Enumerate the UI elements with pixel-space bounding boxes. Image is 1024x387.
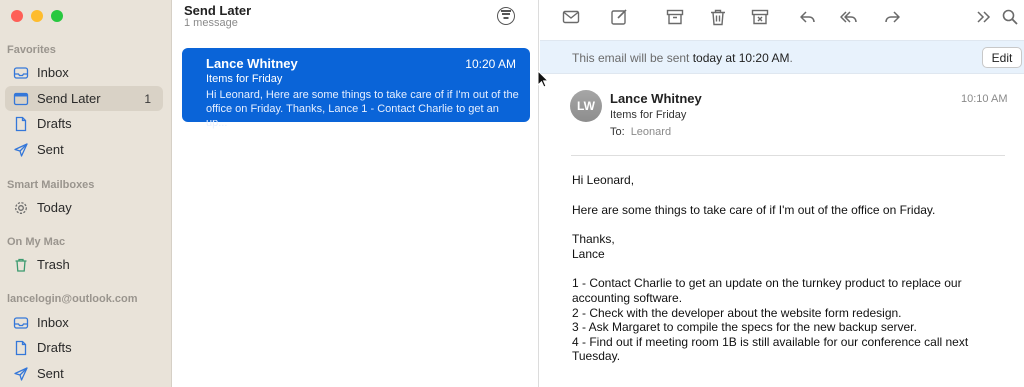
sidebar-item-label: Sent — [37, 366, 64, 381]
filter-icon[interactable] — [497, 7, 515, 25]
reply-all-icon[interactable] — [838, 6, 860, 28]
to-label: To: — [610, 126, 625, 138]
recipient-row: To: Leonard — [610, 126, 671, 138]
sidebar-item-label: Sent — [37, 142, 64, 157]
banner-suffix: . — [789, 51, 793, 65]
banner-prefix: This email will be sent — [572, 51, 693, 65]
header-divider — [571, 155, 1005, 156]
search-icon[interactable] — [999, 6, 1021, 28]
body-item-4: 4 - Find out if meeting room 1B is still… — [572, 334, 969, 364]
mail-time: 10:10 AM — [961, 93, 1008, 105]
compose-icon[interactable] — [608, 6, 630, 28]
minimize-window-button[interactable] — [31, 10, 43, 22]
body-item-3: 3 - Ask Margaret to compile the specs fo… — [572, 320, 917, 335]
sidebar-item-label: Send Later — [37, 91, 101, 106]
new-message-icon[interactable] — [560, 6, 582, 28]
mailbox-title: Send Later — [184, 3, 252, 18]
inbox-icon — [13, 65, 29, 81]
sidebar-item-send-later[interactable]: Send Later 1 — [5, 86, 163, 111]
reply-icon[interactable] — [797, 6, 819, 28]
message-list-pane: Send Later 1 message Lance Whitney 10:20… — [173, 0, 549, 387]
message-viewer: This email will be sent today at 10:20 A… — [540, 0, 1024, 387]
body-item-2: 2 - Check with the developer about the w… — [572, 305, 902, 320]
sidebar-item-drafts[interactable]: Drafts — [5, 111, 163, 136]
sent-icon — [13, 366, 29, 382]
section-on-my-mac: On My Mac — [7, 236, 66, 248]
toolbar — [540, 0, 1024, 36]
sent-icon — [13, 142, 29, 158]
archive-icon[interactable] — [664, 6, 686, 28]
sidebar-item-label: Drafts — [37, 340, 72, 355]
trash-icon — [13, 257, 29, 273]
close-window-button[interactable] — [11, 10, 23, 22]
mail-body: Hi Leonard, Here are some things to take… — [572, 173, 1012, 364]
sidebar-item-inbox[interactable]: Inbox — [5, 60, 163, 85]
mail-sender[interactable]: Lance Whitney — [610, 91, 702, 106]
sidebar-item-sent[interactable]: Sent — [5, 137, 163, 162]
section-account: lancelogin@outlook.com — [7, 293, 138, 305]
sidebar-item-label: Inbox — [37, 65, 69, 80]
gear-icon — [13, 200, 29, 216]
body-item-1: 1 - Contact Charlie to get an update on … — [572, 276, 962, 305]
forward-icon[interactable] — [881, 6, 903, 28]
drafts-icon — [13, 340, 29, 356]
zoom-window-button[interactable] — [51, 10, 63, 22]
sidebar: Favorites Inbox Send Later 1 Drafts Sent… — [0, 0, 172, 387]
section-favorites: Favorites — [7, 44, 56, 56]
more-icon[interactable] — [972, 6, 994, 28]
body-intro: Here are some things to take care of if … — [572, 202, 936, 217]
inbox-icon — [13, 315, 29, 331]
sidebar-item-label: Drafts — [37, 116, 72, 131]
junk-icon[interactable] — [749, 6, 771, 28]
banner-send-time: today at 10:20 AM — [692, 51, 790, 65]
banner-text: This email will be sent today at 10:20 A… — [572, 51, 793, 65]
trash-icon[interactable] — [707, 6, 729, 28]
message-time: 10:20 AM — [465, 57, 516, 71]
sidebar-item-today[interactable]: Today — [5, 195, 163, 220]
send-later-banner: This email will be sent today at 10:20 A… — [540, 40, 1024, 74]
mail-subject: Items for Friday — [610, 109, 687, 121]
sidebar-item-label: Inbox — [37, 315, 69, 330]
recipient-name[interactable]: Leonard — [631, 126, 671, 138]
sidebar-item-trash[interactable]: Trash — [5, 252, 163, 277]
body-signature: Lance — [572, 246, 605, 261]
sidebar-item-account-inbox[interactable]: Inbox — [5, 310, 163, 335]
list-item[interactable]: Lance Whitney 10:20 AM Items for Friday … — [182, 48, 530, 129]
window-controls — [11, 10, 63, 22]
unread-count-badge: 1 — [144, 91, 151, 106]
avatar: LW — [570, 90, 602, 122]
message-preview: Hi Leonard, Here are some things to take… — [206, 89, 519, 129]
body-signoff: Thanks, — [572, 232, 615, 247]
message-sender: Lance Whitney — [206, 56, 298, 71]
message-count: 1 message — [184, 17, 238, 29]
send-later-icon — [13, 91, 29, 107]
drafts-icon — [13, 116, 29, 132]
sidebar-item-label: Today — [37, 200, 72, 215]
edit-button[interactable]: Edit — [982, 47, 1022, 68]
sidebar-item-account-sent[interactable]: Sent — [5, 361, 163, 386]
sidebar-item-account-drafts[interactable]: Drafts — [5, 335, 163, 360]
section-smart-mailboxes: Smart Mailboxes — [7, 179, 95, 191]
sidebar-item-label: Trash — [37, 257, 70, 272]
message-subject: Items for Friday — [206, 73, 283, 85]
body-greeting: Hi Leonard, — [572, 173, 635, 187]
